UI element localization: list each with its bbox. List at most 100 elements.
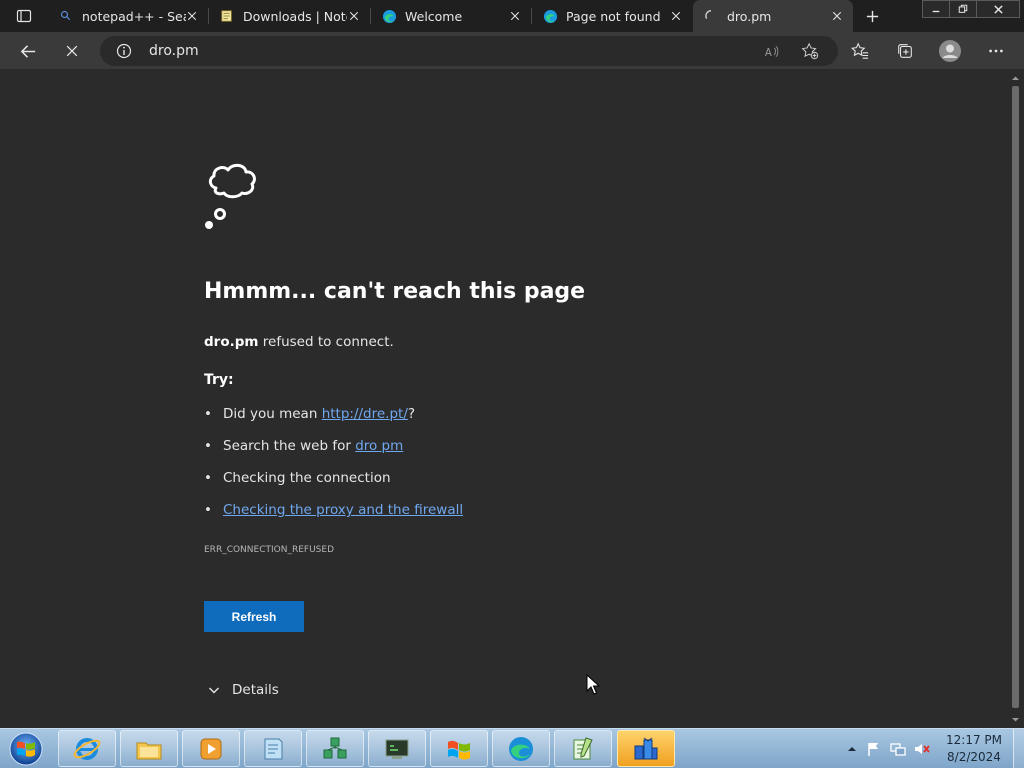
taskbar-notepadpp[interactable] (554, 730, 612, 767)
tab-close-button[interactable] (346, 8, 362, 24)
internet-explorer-icon (73, 737, 101, 760)
terminal-icon (385, 739, 409, 759)
notepadpp-icon (573, 736, 593, 759)
favorites-button[interactable] (845, 36, 875, 66)
taskbar-edge[interactable] (492, 730, 550, 767)
clock-time: 12:17 PM (946, 733, 1002, 747)
settings-menu-button[interactable] (981, 36, 1011, 66)
installer-icon (634, 737, 658, 759)
search-icon (58, 8, 74, 24)
close-icon (510, 11, 520, 21)
tab-title: Page not found (566, 8, 661, 24)
tab-3[interactable]: Page not found (532, 0, 692, 32)
minimize-button[interactable] (922, 0, 950, 18)
close-icon (66, 45, 78, 57)
action-center-flag-icon[interactable] (866, 741, 882, 757)
show-hidden-icons-button[interactable] (844, 741, 860, 757)
window-close-button[interactable] (976, 0, 1020, 18)
tab-actions-button[interactable] (8, 4, 40, 28)
plus-icon (866, 10, 878, 22)
tab-close-button[interactable] (507, 8, 523, 24)
scroll-down-icon[interactable] (1011, 715, 1020, 724)
suggestion-check-connection: Checking the connection (204, 468, 704, 500)
error-description: dro.pm refused to connect. (204, 334, 394, 350)
close-icon (993, 4, 1003, 14)
close-icon (349, 11, 359, 21)
suggestion-did-you-mean: Did you mean http://dre.pt/? (204, 404, 704, 436)
suggestion-check-proxy: Checking the proxy and the firewall (204, 500, 704, 532)
edge-icon (542, 8, 558, 24)
taskbar-notepad[interactable] (244, 730, 302, 767)
taskbar-media-player[interactable] (182, 730, 240, 767)
tab-4-active[interactable]: dro.pm (693, 0, 853, 32)
error-code: ERR_CONNECTION_REFUSED (204, 545, 334, 555)
error-title: Hmmm... can't reach this page (204, 279, 586, 304)
svg-text:A: A (764, 47, 771, 58)
details-label: Details (232, 682, 279, 698)
proxy-firewall-link[interactable]: Checking the proxy and the firewall (223, 502, 463, 518)
taskbar-terminal[interactable] (368, 730, 426, 767)
media-player-icon (200, 738, 222, 759)
network-icon (323, 737, 347, 758)
chevron-down-icon (209, 687, 219, 694)
tab-title: notepad++ - Search (82, 8, 186, 24)
tab-close-button[interactable] (829, 8, 845, 24)
try-label: Try: (204, 372, 234, 388)
windows-logo-icon (448, 740, 470, 759)
show-desktop-button[interactable] (1013, 729, 1024, 768)
avatar-icon (939, 40, 961, 62)
notepad-icon (264, 738, 283, 759)
network-status-icon[interactable] (890, 741, 906, 757)
info-icon[interactable] (116, 43, 132, 59)
new-tab-button[interactable] (860, 4, 884, 28)
tab-title: Welcome (405, 8, 463, 24)
tab-strip: notepad++ - Search Downloads | Notepad++… (0, 0, 1024, 32)
file-explorer-icon (136, 742, 162, 759)
page-scrollbar[interactable] (1007, 70, 1024, 728)
start-button[interactable] (6, 731, 46, 767)
tab-1[interactable]: Downloads | Notepad++ (209, 0, 371, 32)
read-aloud-button[interactable]: A (762, 41, 782, 61)
tab-title: dro.pm (727, 8, 772, 24)
close-icon (671, 11, 681, 21)
browser-toolbar: dro.pm A (0, 32, 1024, 70)
taskbar: 12:17 PM 8/2/2024 (0, 728, 1024, 768)
error-message: refused to connect. (258, 334, 394, 350)
back-button[interactable] (13, 36, 43, 66)
address-bar[interactable]: dro.pm A (100, 36, 838, 66)
search-web-link[interactable]: dro pm (355, 438, 403, 454)
suggested-url-link[interactable]: http://dre.pt/ (322, 406, 408, 422)
taskbar-clock[interactable]: 12:17 PM 8/2/2024 (940, 732, 1008, 766)
volume-muted-icon[interactable] (914, 741, 930, 757)
scrollbar-thumb[interactable] (1012, 86, 1019, 708)
loading-spinner-icon (703, 8, 719, 24)
clock-date: 8/2/2024 (947, 750, 1001, 764)
details-toggle[interactable]: Details (208, 681, 279, 699)
system-tray (842, 729, 942, 768)
restore-icon (958, 4, 968, 13)
tab-close-button[interactable] (184, 8, 200, 24)
profile-button[interactable] (935, 36, 965, 66)
taskbar-installer[interactable] (617, 730, 675, 767)
more-icon (989, 49, 1003, 53)
taskbar-internet-explorer[interactable] (58, 730, 116, 767)
stop-loading-button[interactable] (57, 36, 87, 66)
edge-icon (381, 8, 397, 24)
suggestions-list: Did you mean http://dre.pt/? Search the … (204, 404, 704, 532)
refresh-button[interactable]: Refresh (204, 601, 304, 632)
tab-0[interactable]: notepad++ - Search (48, 0, 209, 32)
taskbar-network-app[interactable] (306, 730, 364, 767)
taskbar-file-explorer[interactable] (120, 730, 178, 767)
tab-title: Downloads | Notepad++ (243, 8, 347, 24)
collections-button[interactable] (890, 36, 920, 66)
taskbar-windows[interactable] (430, 730, 488, 767)
tab-2[interactable]: Welcome (371, 0, 532, 32)
read-aloud-icon: A (764, 45, 778, 58)
window-controls (922, 0, 1020, 18)
scroll-up-icon[interactable] (1011, 74, 1020, 83)
restore-button[interactable] (949, 0, 977, 18)
tab-close-button[interactable] (668, 8, 684, 24)
close-icon (187, 11, 197, 21)
suggestion-text: Did you mean (223, 406, 322, 422)
add-favorite-button[interactable] (800, 41, 820, 61)
